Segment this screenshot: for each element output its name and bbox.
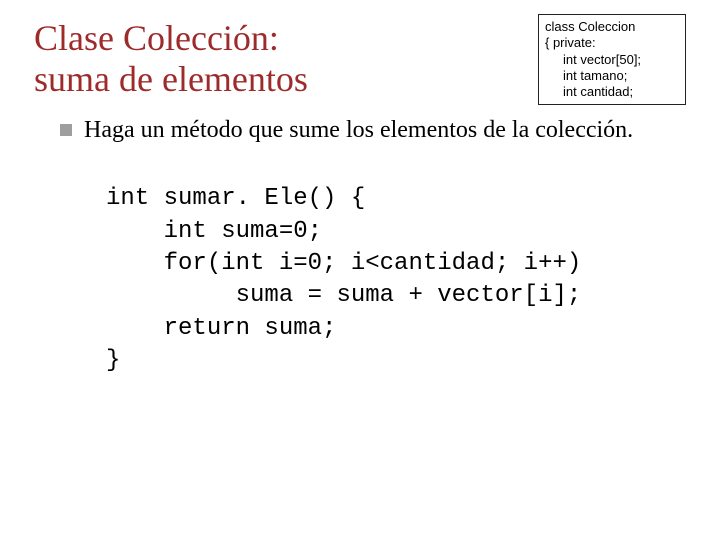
class-line: class Coleccion [545, 19, 677, 35]
bullet-item: Haga un método que sume los elementos de… [60, 115, 686, 145]
title-line-2: suma de elementos [34, 59, 308, 99]
class-line: int tamano; [545, 68, 677, 84]
class-line: int cantidad; [545, 84, 677, 100]
slide-title: Clase Colección: suma de elementos [34, 18, 538, 101]
class-line: int vector[50]; [545, 52, 677, 68]
class-line: { private: [545, 35, 677, 51]
square-bullet-icon [60, 124, 72, 136]
bullet-text: Haga un método que sume los elementos de… [84, 115, 633, 145]
slide: Clase Colección: suma de elementos class… [0, 0, 720, 540]
code-block: int sumar. Ele() { int suma=0; for(int i… [106, 183, 686, 377]
header-row: Clase Colección: suma de elementos class… [34, 18, 686, 105]
slide-body: Haga un método que sume los elementos de… [34, 115, 686, 377]
title-line-1: Clase Colección: [34, 18, 279, 58]
class-definition-box: class Coleccion { private: int vector[50… [538, 14, 686, 105]
